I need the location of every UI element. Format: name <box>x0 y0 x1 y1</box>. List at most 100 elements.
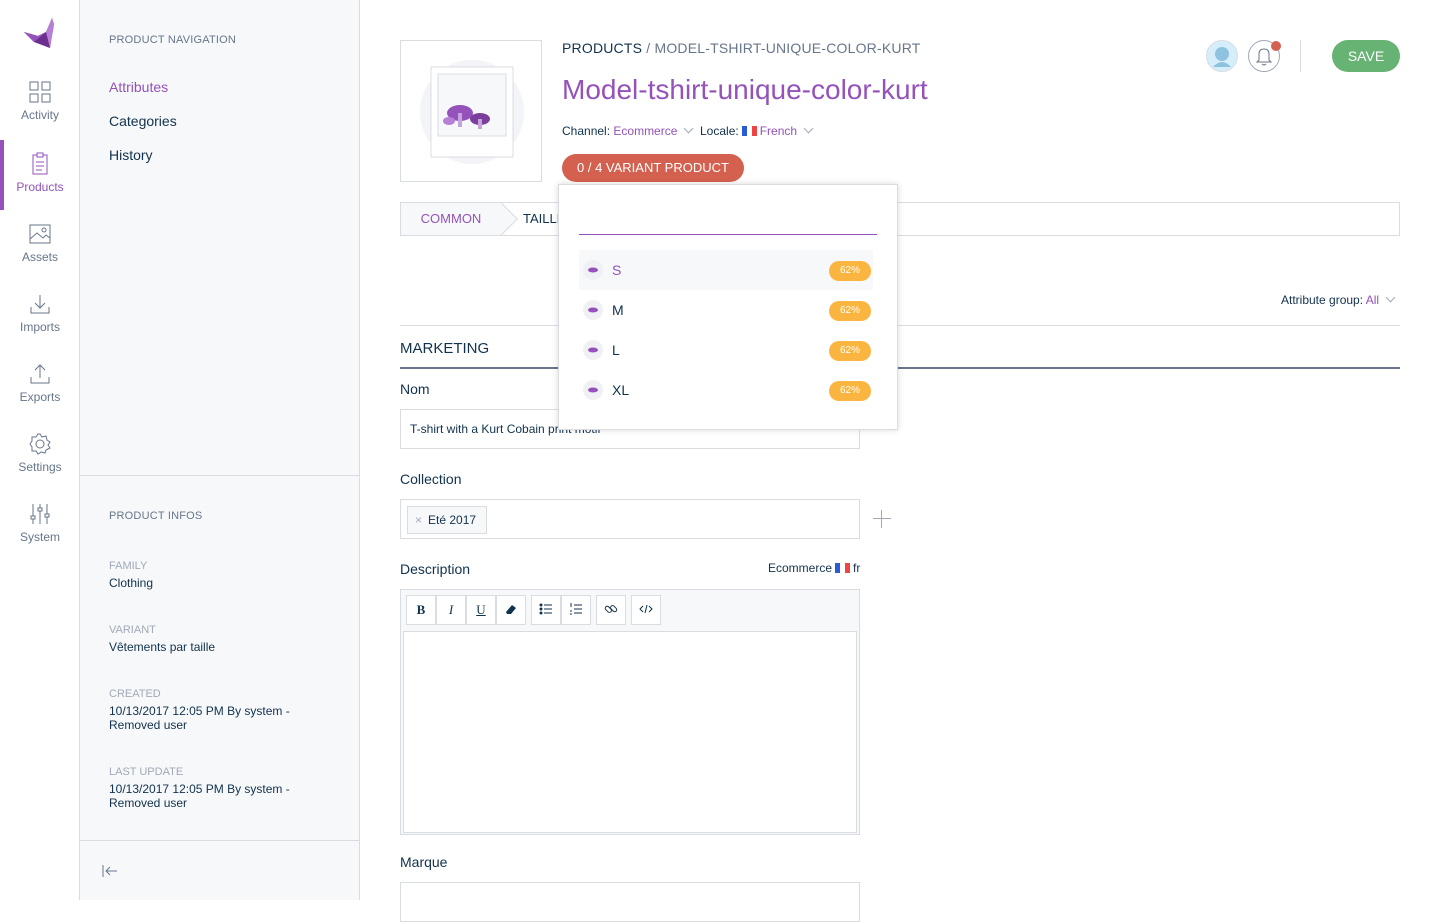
rail-label: Exports <box>19 390 61 404</box>
variant-option-label: XL <box>612 382 630 398</box>
settings-icon <box>29 433 51 455</box>
rail-label: System <box>19 530 60 544</box>
header-separator <box>1300 40 1301 72</box>
variant-thumbnail-icon <box>583 340 603 360</box>
nav-categories[interactable]: Categories <box>109 113 177 129</box>
channel-switcher[interactable]: Channel: Ecommerce <box>562 123 694 138</box>
akeneo-logo[interactable] <box>20 14 60 54</box>
activity-icon <box>29 81 51 103</box>
collapse-panel-icon[interactable] <box>102 864 118 878</box>
clear-format-button[interactable] <box>496 595 526 625</box>
info-last-update-value: 10/13/2017 12:05 PM By system - Removed … <box>109 782 290 810</box>
notifications-button[interactable] <box>1248 40 1281 72</box>
collection-tag: × Eté 2017 <box>407 506 488 534</box>
page-title: Model-tshirt-unique-color-kurt <box>562 74 928 105</box>
notification-badge <box>1271 41 1281 51</box>
rail-label: Settings <box>18 460 62 474</box>
variant-option-label: L <box>612 342 620 358</box>
chevron-down-icon <box>1385 292 1396 303</box>
french-flag-icon <box>741 126 757 136</box>
breadcrumb-current: MODEL-TSHIRT-UNIQUE-COLOR-KURT <box>654 40 921 56</box>
numbered-list-icon <box>570 603 582 615</box>
column-divider <box>80 475 360 476</box>
collection-tag-label: Eté 2017 <box>428 513 477 527</box>
link-icon <box>604 605 618 613</box>
system-icon <box>30 504 50 524</box>
variant-option-s[interactable]: S 62% <box>579 250 873 290</box>
variant-option-l[interactable]: L 62% <box>579 330 873 370</box>
variant-option-m[interactable]: M 62% <box>579 290 873 330</box>
channel-value: Ecommerce <box>613 124 678 138</box>
section-underline <box>400 367 1400 369</box>
locale-label: Locale: <box>700 124 739 138</box>
bold-button[interactable]: B <box>406 595 436 625</box>
variant-thumbnail-icon <box>583 380 603 400</box>
attribute-group-value: All <box>1365 293 1380 307</box>
product-thumbnail[interactable] <box>400 40 542 182</box>
attribute-group-label: Attribute group: <box>1281 293 1364 307</box>
eraser-icon <box>506 605 516 614</box>
variant-navigation-button[interactable]: 0 / 4 VARIANT PRODUCT <box>562 154 744 182</box>
variant-thumbnail-icon <box>583 260 603 280</box>
field-label-marque: Marque <box>400 854 448 870</box>
variant-dropdown: S 62% M 62% L 62% XL 62% <box>558 184 898 430</box>
info-created-value: 10/13/2017 12:05 PM By system - Removed … <box>109 704 290 732</box>
save-button[interactable]: SAVE <box>1332 40 1400 72</box>
user-avatar[interactable] <box>1206 40 1238 72</box>
info-created-label: CREATED <box>109 688 161 700</box>
column-divider <box>80 840 360 841</box>
underline-button[interactable]: U <box>466 595 496 625</box>
scope-locale: fr <box>853 561 861 575</box>
products-icon <box>32 152 48 175</box>
info-family-label: FAMILY <box>109 560 148 572</box>
rail-item-imports[interactable]: Imports <box>0 292 80 362</box>
nav-history[interactable]: History <box>109 147 153 163</box>
locale-value: French <box>759 124 798 138</box>
rail-item-assets[interactable]: Assets <box>0 222 80 292</box>
divider <box>400 325 1400 326</box>
info-variant-value: Vêtements par taille <box>109 640 216 654</box>
nav-attributes[interactable]: Attributes <box>109 79 168 95</box>
marque-field[interactable] <box>400 882 860 922</box>
chevron-down-icon <box>803 123 814 134</box>
exports-icon <box>30 364 50 384</box>
rail-item-exports[interactable]: Exports <box>0 362 80 432</box>
description-textarea[interactable] <box>403 631 857 833</box>
scope-channel: Ecommerce <box>768 561 833 575</box>
field-label-nom: Nom <box>400 381 430 397</box>
chevron-down-icon <box>683 123 694 134</box>
product-edit-form: PRODUCTS / MODEL-TSHIRT-UNIQUE-COLOR-KUR… <box>360 0 1440 922</box>
breadcrumb: PRODUCTS / MODEL-TSHIRT-UNIQUE-COLOR-KUR… <box>562 40 921 56</box>
attribute-group-filter[interactable]: Attribute group: All <box>1281 292 1396 307</box>
completeness-badge: 62% <box>829 341 871 361</box>
tab-common[interactable]: COMMON <box>401 203 501 235</box>
link-button[interactable] <box>596 595 626 625</box>
code-icon <box>639 604 653 614</box>
variant-option-label: M <box>612 302 624 318</box>
locale-switcher[interactable]: Locale: French <box>700 123 814 138</box>
bullet-list-icon <box>539 603 552 615</box>
rail-label: Imports <box>19 320 60 334</box>
bullet-list-button[interactable] <box>531 595 561 625</box>
rail-item-products[interactable]: Products <box>0 140 80 210</box>
collection-field[interactable]: × Eté 2017 <box>400 499 860 539</box>
variant-search-input[interactable] <box>579 207 877 235</box>
info-variant-label: VARIANT <box>109 624 156 636</box>
info-family-value: Clothing <box>109 576 154 590</box>
completeness-badge: 62% <box>829 301 871 321</box>
remove-tag-icon[interactable]: × <box>415 507 422 533</box>
imports-icon <box>30 295 50 314</box>
add-option-icon[interactable] <box>873 510 891 528</box>
rail-item-settings[interactable]: Settings <box>0 432 80 502</box>
numbered-list-button[interactable] <box>561 595 591 625</box>
info-last-update-label: LAST UPDATE <box>109 766 184 778</box>
variant-option-xl[interactable]: XL 62% <box>579 370 873 410</box>
rail-label: Assets <box>21 250 58 264</box>
breadcrumb-products[interactable]: PRODUCTS <box>562 40 642 56</box>
product-navigation-title: PRODUCT NAVIGATION <box>109 34 237 46</box>
assets-icon <box>29 224 51 244</box>
code-view-button[interactable] <box>631 595 661 625</box>
breadcrumb-separator: / <box>642 40 655 56</box>
rail-item-system[interactable]: System <box>0 502 80 572</box>
italic-button[interactable]: I <box>436 595 466 625</box>
